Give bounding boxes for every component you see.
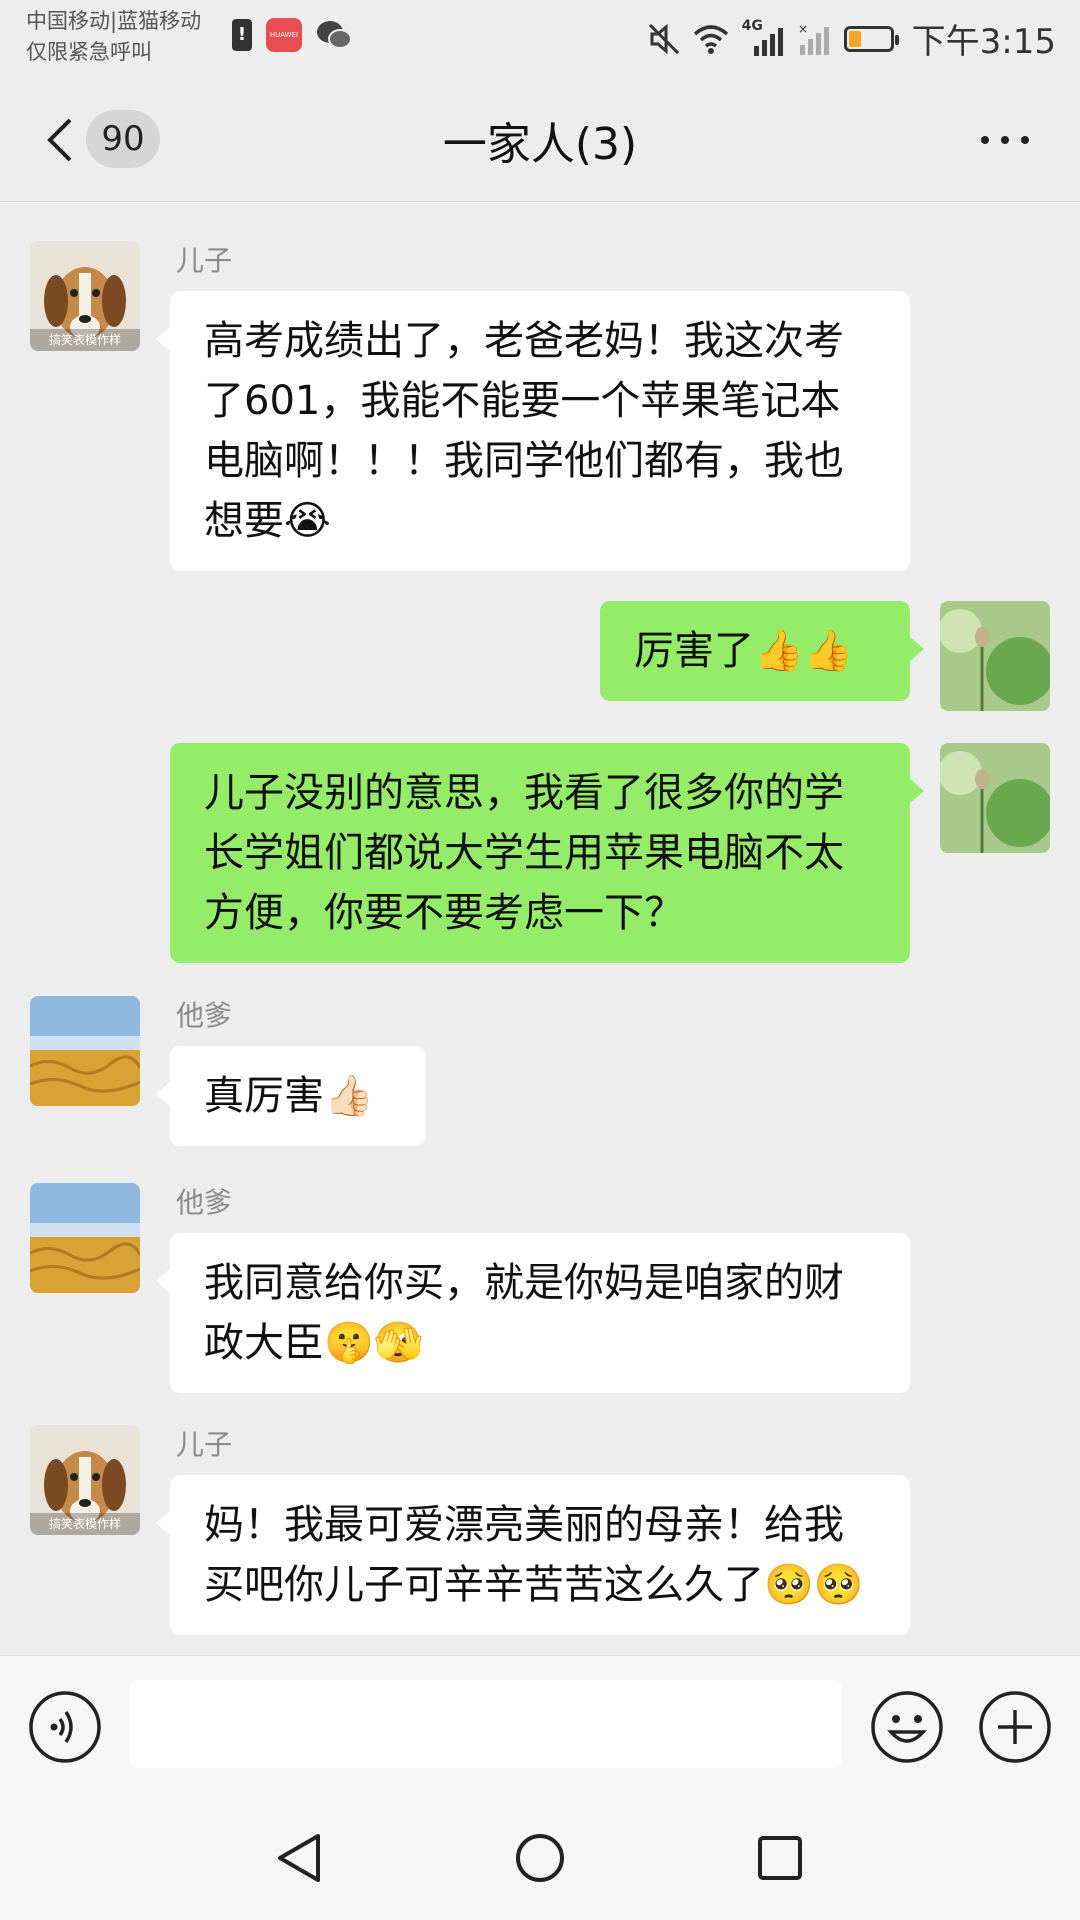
- message-bubble[interactable]: 儿子没别的意思，我看了很多你的学长学姐们都说大学生用苹果电脑不太方便，你要不要考…: [170, 743, 924, 963]
- message-input[interactable]: [130, 1680, 842, 1768]
- message-list[interactable]: 搞笑表模作样 儿子 高考成绩出了，老爸老妈！我这次考了601，我能不能要一个苹果…: [0, 203, 1080, 1655]
- chat-title: 一家人(3): [442, 119, 638, 170]
- chat-header: 90 一家人(3): [0, 78, 1080, 202]
- carrier-info: 中国移动|蓝猫移动 仅限紧急呼叫: [26, 6, 201, 68]
- avatar-caption: 搞笑表模作样: [49, 1516, 121, 1531]
- alert-notification-icon: !: [232, 19, 252, 51]
- sender-name: 他爹: [176, 1186, 233, 1219]
- no-signal-icon: ×: [798, 23, 829, 55]
- beagle-dog-avatar[interactable]: 搞笑表模作样: [30, 241, 140, 351]
- carrier-line-2: 仅限紧急呼叫: [26, 40, 152, 64]
- avatar-caption: 搞笑表模作样: [49, 332, 121, 347]
- message-bubble[interactable]: 高考成绩出了，老爸老妈！我这次考了601，我能不能要一个苹果笔记本电脑啊！！！我…: [156, 291, 910, 571]
- message-bubble[interactable]: 真厉害👍🏻: [156, 1046, 426, 1146]
- message-bubble[interactable]: 妈！我最可爱漂亮美丽的母亲！给我买吧你儿子可辛辛苦苦这么久了🥺🥺: [156, 1475, 910, 1635]
- wechat-notification-icon: [317, 21, 352, 49]
- system-home-icon[interactable]: [512, 1830, 568, 1886]
- emoji-icon[interactable]: [870, 1690, 944, 1764]
- message-bubble[interactable]: 厉害了👍👍: [600, 601, 924, 701]
- clock: 下午3:15: [911, 22, 1056, 62]
- system-recent-apps-icon[interactable]: [752, 1830, 808, 1886]
- wheat-field-avatar[interactable]: [30, 1183, 140, 1293]
- more-options-icon[interactable]: [970, 120, 1040, 160]
- mute-icon: [648, 23, 679, 54]
- back-icon[interactable]: [40, 116, 80, 164]
- beagle-dog-avatar[interactable]: 搞笑表模作样: [30, 1425, 140, 1535]
- sender-name: 他爹: [176, 999, 233, 1032]
- svg-text:×: ×: [798, 23, 808, 36]
- status-bar: 中国移动|蓝猫移动 仅限紧急呼叫 ! HUAWEI 4G × 下午3:15: [0, 0, 1080, 78]
- cellular-signal-icon: 4G: [742, 18, 786, 56]
- carrier-line-1: 中国移动|蓝猫移动: [26, 9, 202, 33]
- voice-input-icon[interactable]: [28, 1690, 102, 1764]
- wifi-icon: [693, 24, 728, 54]
- huawei-app-icon: HUAWEI: [266, 18, 302, 52]
- system-back-icon[interactable]: [272, 1830, 328, 1886]
- plus-icon[interactable]: [978, 1690, 1052, 1764]
- lotus-leaf-avatar[interactable]: [940, 601, 1050, 711]
- message-bubble[interactable]: 我同意给你买，就是你妈是咱家的财政大臣🤫🫣: [156, 1233, 910, 1393]
- sender-name: 儿子: [176, 1428, 233, 1461]
- lotus-leaf-avatar[interactable]: [940, 743, 1050, 853]
- battery-icon: [843, 25, 899, 52]
- wheat-field-avatar[interactable]: [30, 996, 140, 1106]
- sender-name: 儿子: [176, 244, 233, 277]
- unread-count-badge[interactable]: 90: [86, 110, 160, 168]
- system-navigation-bar: [0, 1790, 1080, 1920]
- chat-input-bar: [0, 1655, 1080, 1790]
